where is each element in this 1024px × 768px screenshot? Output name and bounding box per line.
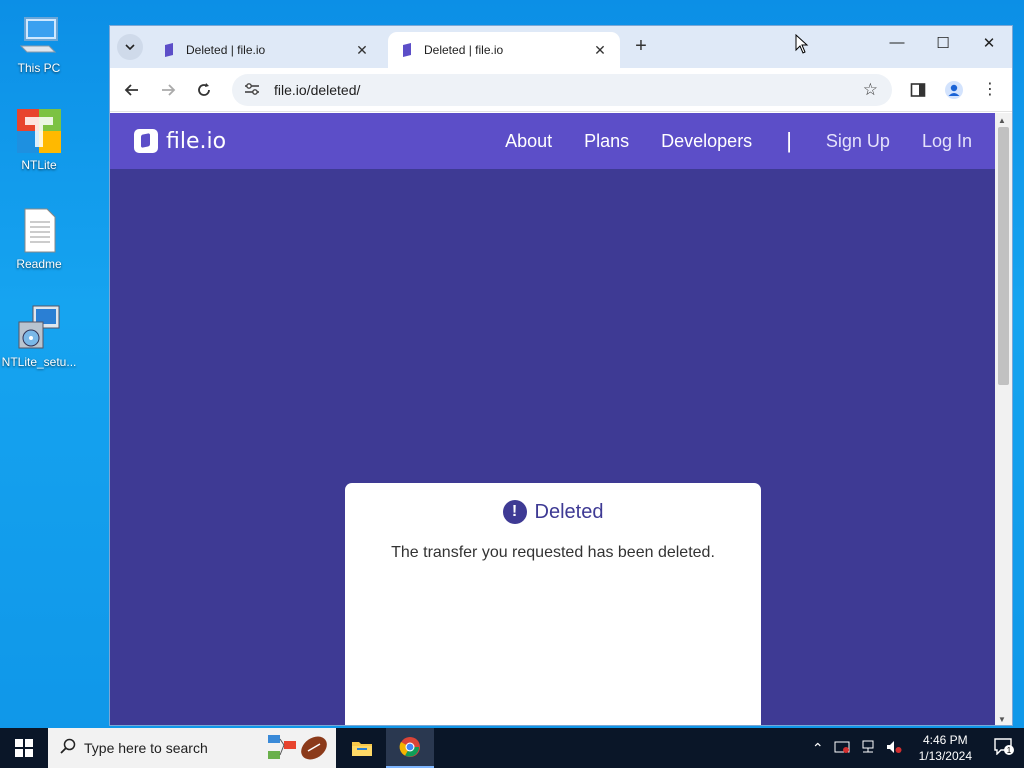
taskbar-chrome[interactable] [386, 728, 434, 768]
reload-button[interactable] [192, 78, 216, 102]
scroll-down-icon[interactable]: ▼ [998, 715, 1006, 724]
bookmark-star-icon[interactable]: ☆ [863, 80, 878, 100]
desktop-icon-label: Readme [16, 257, 62, 271]
desktop-icon-label: NTLite_setu... [1, 355, 77, 369]
nav-plans[interactable]: Plans [584, 131, 629, 152]
taskbar: Type here to search ⌃ 4:46 PM 1/13/2024 … [0, 728, 1024, 768]
fileio-favicon-icon [165, 43, 173, 57]
site-header: file.io About Plans Developers | Sign Up… [110, 113, 996, 169]
fileio-favicon-icon [403, 43, 411, 57]
computer-icon [15, 10, 63, 58]
desktop-icon-ntlite-setup[interactable]: NTLite_setu... [2, 304, 76, 369]
tab-title: Deleted | file.io [424, 43, 504, 57]
search-placeholder: Type here to search [84, 740, 208, 756]
nav-log-in[interactable]: Log In [922, 131, 972, 152]
nav-developers[interactable]: Developers [661, 131, 752, 152]
menu-kebab-icon[interactable]: ⋮ [978, 78, 1002, 102]
browser-window: Deleted | file.io ✕ Deleted | file.io ✕ … [109, 25, 1013, 726]
deleted-card: ! Deleted The transfer you requested has… [345, 483, 761, 725]
side-panel-icon[interactable] [906, 78, 930, 102]
desktop-icon-label: NTLite [21, 158, 57, 172]
notification-icon: 1 [994, 737, 1014, 756]
desktop-icon-this-pc[interactable]: This PC [2, 10, 76, 75]
desktop-icon-ntlite[interactable]: NTLite [2, 107, 76, 172]
taskbar-search-input[interactable]: Type here to search [48, 728, 336, 768]
scrollbar-thumb[interactable] [998, 127, 1009, 385]
arrow-left-icon [124, 84, 138, 96]
maximize-button[interactable]: ☐ [923, 34, 963, 52]
security-icon[interactable] [834, 740, 850, 757]
search-icon [60, 738, 76, 759]
clock-date: 1/13/2024 [918, 749, 972, 763]
fileio-logo-icon [134, 129, 158, 153]
system-tray: ⌃ 4:46 PM 1/13/2024 1 [807, 732, 1024, 764]
close-icon[interactable]: ✕ [354, 42, 370, 59]
arrow-right-icon [162, 84, 176, 96]
text-file-icon [15, 206, 63, 254]
address-text: file.io/deleted/ [274, 82, 361, 98]
nav-sign-up[interactable]: Sign Up [826, 131, 890, 152]
page-content: file.io About Plans Developers | Sign Up… [110, 113, 996, 725]
search-highlight-icon[interactable] [266, 731, 330, 768]
back-button[interactable] [120, 78, 144, 102]
desktop-icon-label: This PC [17, 61, 61, 75]
start-button[interactable] [0, 728, 48, 768]
notification-center-button[interactable]: 1 [984, 737, 1024, 760]
network-icon[interactable] [860, 740, 876, 757]
tab-strip: Deleted | file.io ✕ Deleted | file.io ✕ … [110, 26, 1012, 68]
new-tab-button[interactable]: + [630, 35, 652, 58]
site-info-icon[interactable] [244, 82, 262, 99]
exclamation-icon: ! [502, 500, 527, 524]
volume-muted-icon[interactable] [886, 740, 902, 757]
mouse-cursor-icon [795, 34, 809, 54]
tab-active[interactable]: Deleted | file.io ✕ [388, 32, 620, 68]
tab-inactive[interactable]: Deleted | file.io ✕ [150, 32, 382, 68]
chrome-icon [399, 737, 420, 757]
site-logo[interactable]: file.io [134, 129, 226, 154]
address-bar[interactable]: file.io/deleted/ ☆ [232, 74, 892, 106]
chevron-down-icon [125, 44, 135, 50]
taskbar-file-explorer[interactable] [338, 728, 386, 768]
reload-icon [198, 83, 210, 96]
card-header: ! Deleted [345, 500, 761, 524]
tab-search-button[interactable] [117, 34, 143, 60]
scroll-up-icon[interactable]: ▲ [998, 116, 1006, 125]
close-window-button[interactable]: ✕ [969, 34, 1009, 52]
close-icon[interactable]: ✕ [592, 42, 608, 59]
card-message: The transfer you requested has been dele… [391, 544, 715, 561]
clock[interactable]: 4:46 PM 1/13/2024 [919, 732, 972, 764]
desktop-icon-readme[interactable]: Readme [2, 206, 76, 271]
nav-separator: | [786, 128, 792, 153]
nav-about[interactable]: About [505, 131, 552, 152]
vertical-scrollbar[interactable]: ▲ ▼ [995, 113, 1012, 725]
installer-icon [15, 304, 63, 352]
card-title: Deleted [534, 500, 604, 523]
forward-button[interactable] [156, 78, 180, 102]
profile-avatar-icon[interactable] [942, 78, 966, 102]
windows-logo-icon [15, 739, 33, 757]
notification-count: 1 [1007, 746, 1012, 755]
clock-time: 4:46 PM [922, 733, 968, 747]
site-nav: About Plans Developers | Sign Up Log In [473, 128, 972, 154]
logo-text: file.io [166, 128, 227, 154]
ntlite-icon [15, 107, 63, 155]
minimize-button[interactable]: — [877, 34, 917, 51]
folder-icon [352, 742, 372, 756]
chevron-up-icon[interactable]: ⌃ [812, 740, 824, 757]
browser-toolbar: file.io/deleted/ ☆ ⋮ [110, 68, 1012, 112]
tab-title: Deleted | file.io [186, 43, 266, 57]
